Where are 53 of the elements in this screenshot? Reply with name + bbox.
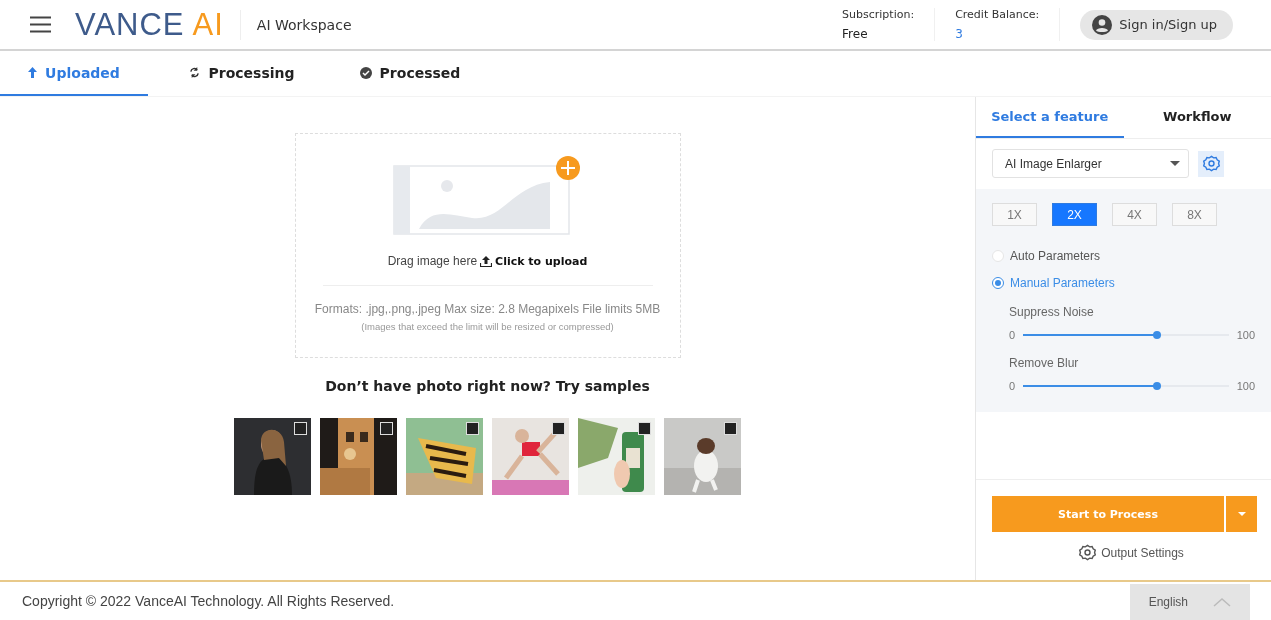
scale-option[interactable]: 1X xyxy=(992,203,1037,226)
click-to-upload-link[interactable]: Click to upload xyxy=(480,254,588,268)
format-info: Formats: .jpg,.png,.jpeg Max size: 2.8 Megapixels File limits 5MB xyxy=(314,302,661,316)
stat-value: Free xyxy=(842,27,869,41)
parameter-radio[interactable]: Auto Parameters xyxy=(992,249,1255,263)
user-icon xyxy=(1092,14,1113,35)
logo: VANCE AI xyxy=(75,6,224,43)
slider-thumb[interactable] xyxy=(1152,331,1161,339)
panel-tab[interactable]: Workflow xyxy=(1123,97,1271,138)
slider-min: 0 xyxy=(1009,329,1016,341)
panel-tab[interactable]: Select a feature xyxy=(976,97,1124,138)
copyright-text: Copyright © 2022 VanceAI Technology. All Rights Reserved. xyxy=(22,593,395,609)
tab[interactable]: Processing xyxy=(168,51,316,96)
slider-label: Remove Blur xyxy=(1009,356,1080,370)
stat-label: Credit Balance: xyxy=(955,8,1040,21)
sample-checkbox[interactable] xyxy=(294,422,307,435)
upload-arrow-icon xyxy=(28,67,38,78)
sign-in-button[interactable]: Sign in/Sign up xyxy=(1080,9,1233,40)
caret-icon xyxy=(1237,512,1246,516)
slider-max: 100 xyxy=(1236,329,1255,341)
settings-icon xyxy=(1079,544,1097,561)
sample-checkbox[interactable] xyxy=(466,422,479,435)
caret-icon xyxy=(1170,161,1180,166)
output-settings-button[interactable]: Output Settings xyxy=(1073,543,1190,562)
feature-select[interactable]: AI Image Enlarger xyxy=(992,149,1189,178)
check-circle-icon xyxy=(359,66,372,79)
chevron-up-icon xyxy=(1213,597,1232,607)
samples-title: Don’t have photo right now? Try samples xyxy=(325,378,650,394)
workspace-title: AI Workspace xyxy=(256,16,352,33)
sample-checkbox[interactable] xyxy=(380,422,393,435)
stat-label: Subscription: xyxy=(842,8,915,21)
language-selector[interactable]: English xyxy=(1130,584,1250,620)
slider-thumb[interactable] xyxy=(1152,382,1161,390)
sample-checkbox[interactable] xyxy=(724,422,737,435)
settings-icon xyxy=(1202,155,1220,172)
tab[interactable]: Processed xyxy=(336,51,484,96)
scale-option[interactable]: 2X xyxy=(1052,203,1097,226)
stat-value: 3 xyxy=(955,27,964,41)
scale-option[interactable]: 4X xyxy=(1112,203,1157,226)
sample-checkbox[interactable] xyxy=(638,422,651,435)
feature-settings-button[interactable] xyxy=(1198,150,1224,177)
upload-icon xyxy=(480,255,493,267)
scale-option[interactable]: 8X xyxy=(1172,203,1217,226)
menu-icon[interactable] xyxy=(30,16,51,33)
tab[interactable]: Uploaded xyxy=(0,51,148,96)
slider-min: 0 xyxy=(1009,380,1016,392)
upload-drop-zone[interactable]: Drag image here Click to upload Formats: .jpg,.png,.jpeg Max size: 2.8 Megapixels File limits 5MB (Images that exceed the limit will be resized or compressed) xyxy=(294,133,681,358)
sample-checkbox[interactable] xyxy=(552,422,565,435)
slider-max: 100 xyxy=(1236,380,1255,392)
slider-label: Suppress Noise xyxy=(1009,305,1095,319)
sync-icon xyxy=(189,67,201,78)
size-note: (Images that exceed the limit will be resized or compressed) xyxy=(361,321,614,332)
drag-hint: Drag image here xyxy=(387,254,478,268)
